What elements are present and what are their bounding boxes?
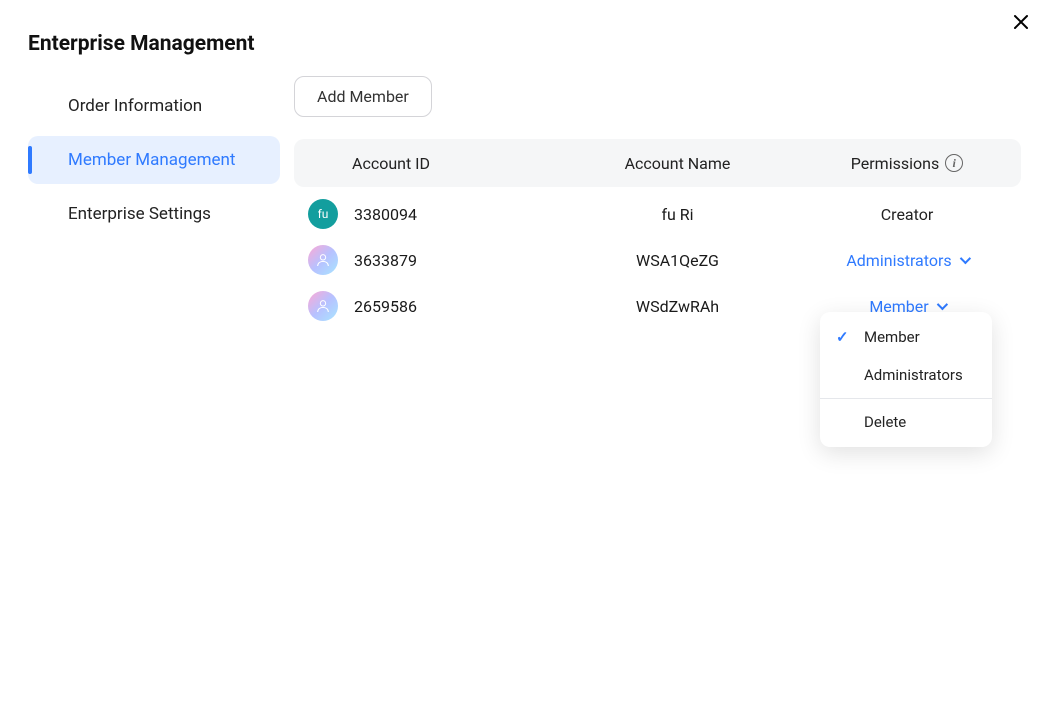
table-row: 3633879 WSA1QeZG Administrators <box>308 237 1007 283</box>
dropdown-option-label: Member <box>864 328 920 346</box>
info-icon[interactable]: i <box>945 154 963 172</box>
add-member-button[interactable]: Add Member <box>294 76 432 117</box>
cell-permission: Administrators <box>807 251 1007 270</box>
header-account-id: Account ID <box>308 154 548 173</box>
chevron-down-icon <box>959 253 970 264</box>
table-row: fu 3380094 fu Ri Creator <box>308 191 1007 237</box>
cell-account-id: fu 3380094 <box>308 199 548 229</box>
sidebar-item-label: Member Management <box>68 150 235 170</box>
avatar <box>308 291 338 321</box>
dropdown-option-label: Delete <box>864 413 906 431</box>
cell-permission: Creator <box>807 205 1007 224</box>
account-id-value: 3380094 <box>354 205 417 224</box>
dropdown-option-label: Administrators <box>864 366 963 384</box>
dropdown-divider <box>820 398 992 399</box>
cell-account-name: fu Ri <box>548 205 807 224</box>
dropdown-option-member[interactable]: Member <box>820 318 992 356</box>
user-icon <box>315 252 331 268</box>
sidebar-item-label: Order Information <box>68 96 202 116</box>
avatar <box>308 245 338 275</box>
dropdown-option-administrators[interactable]: Administrators <box>820 356 992 394</box>
cell-account-name: WSA1QeZG <box>548 251 807 270</box>
close-icon <box>1012 13 1030 31</box>
close-button[interactable] <box>1009 10 1033 34</box>
header-permissions-label: Permissions <box>851 154 939 173</box>
permission-value: Administrators <box>846 251 951 270</box>
cell-account-name: WSdZwRAh <box>548 297 807 316</box>
layout: Order Information Member Management Ente… <box>0 76 1051 329</box>
table-header-row: Account ID Account Name Permissions i <box>294 139 1021 187</box>
header-permissions: Permissions i <box>807 154 1007 173</box>
permission-dropdown-menu: Member Administrators Delete <box>820 312 992 447</box>
account-id-value: 3633879 <box>354 251 417 270</box>
cell-account-id: 3633879 <box>308 245 548 275</box>
sidebar: Order Information Member Management Ente… <box>0 76 280 329</box>
header-account-name: Account Name <box>548 154 807 173</box>
cell-account-id: 2659586 <box>308 291 548 321</box>
sidebar-item-label: Enterprise Settings <box>68 204 211 224</box>
chevron-down-icon <box>936 299 947 310</box>
page-title: Enterprise Management <box>0 0 1051 56</box>
dropdown-option-delete[interactable]: Delete <box>820 403 992 441</box>
content: Add Member Account ID Account Name Permi… <box>280 76 1051 329</box>
sidebar-item-order-information[interactable]: Order Information <box>28 82 280 130</box>
user-icon <box>315 298 331 314</box>
account-id-value: 2659586 <box>354 297 417 316</box>
table-body: fu 3380094 fu Ri Creator <box>294 187 1021 329</box>
sidebar-item-enterprise-settings[interactable]: Enterprise Settings <box>28 190 280 238</box>
sidebar-item-member-management[interactable]: Member Management <box>28 136 280 184</box>
permission-value: Creator <box>881 205 934 224</box>
permission-dropdown-trigger[interactable]: Administrators <box>846 251 967 270</box>
avatar: fu <box>308 199 338 229</box>
members-table: Account ID Account Name Permissions i fu… <box>294 139 1021 329</box>
